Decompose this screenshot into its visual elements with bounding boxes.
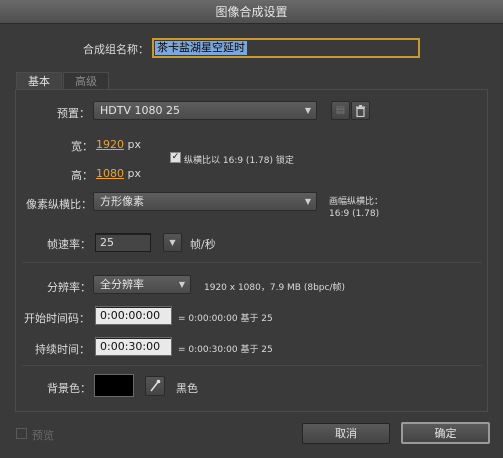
duration-info: = 0:00:30:00 基于 25 <box>178 345 273 355</box>
cancel-button[interactable]: 取消 <box>302 423 390 444</box>
tab-basic-label: 基本 <box>28 75 50 88</box>
preset-dropdown[interactable]: HDTV 1080 25 ▼ <box>93 101 317 120</box>
resolution-label: 分辨率： <box>47 281 91 294</box>
preview-label: 预览 <box>32 429 54 442</box>
chevron-down-icon: ▼ <box>169 238 176 247</box>
background-color-swatch[interactable] <box>94 374 134 397</box>
height-label: 高： <box>71 169 93 182</box>
width-field[interactable]: 1920 px <box>96 138 141 151</box>
frame-rate-input[interactable]: 25 <box>95 233 151 252</box>
save-preset-icon[interactable]: ▤ <box>331 101 350 120</box>
width-value: 1920 <box>96 138 124 151</box>
comp-name-label: 合成组名称： <box>83 43 149 56</box>
resolution-dropdown[interactable]: 全分辨率 ▼ <box>93 275 191 294</box>
trash-icon[interactable] <box>351 101 370 120</box>
start-timecode-label: 开始时间码： <box>24 312 90 325</box>
frame-rate-dropdown-button[interactable]: ▼ <box>163 233 182 252</box>
duration-label: 持续时间： <box>35 343 90 356</box>
frame-aspect-value: 16:9 (1.78) <box>329 209 380 219</box>
width-unit: px <box>127 138 142 151</box>
comp-name-value: 茶卡盐湖星空延时 <box>155 41 247 55</box>
chevron-down-icon: ▼ <box>304 197 311 206</box>
divider <box>22 365 482 366</box>
pixel-aspect-value: 方形像素 <box>100 195 144 208</box>
frame-rate-unit: 帧/秒 <box>190 238 216 251</box>
preview-checkbox[interactable] <box>16 428 27 439</box>
tab-advanced-label: 高级 <box>75 75 97 88</box>
preset-label: 预置： <box>57 107 90 120</box>
check-icon: ✓ <box>171 152 180 162</box>
background-label: 背景色： <box>47 382 91 395</box>
resolution-info: 1920 x 1080，7.9 MB (8bpc/帧) <box>204 283 345 293</box>
window-title: 图像合成设置 <box>0 0 503 24</box>
ok-button[interactable]: 确定 <box>401 422 490 444</box>
tab-basic[interactable]: 基本 <box>16 72 62 90</box>
start-timecode-info: = 0:00:00:00 基于 25 <box>178 314 273 324</box>
width-label: 宽： <box>71 140 93 153</box>
pixel-aspect-dropdown[interactable]: 方形像素 ▼ <box>93 192 317 211</box>
lock-aspect-label: 纵横比以 16:9 (1.78) 锁定 <box>184 156 294 166</box>
start-timecode-input[interactable]: 0:00:00:00 <box>95 306 172 325</box>
chevron-down-icon: ▼ <box>304 106 311 115</box>
height-value: 1080 <box>96 167 124 180</box>
duration-input[interactable]: 0:00:30:00 <box>95 337 172 356</box>
lock-aspect-checkbox[interactable]: ✓ <box>170 152 181 163</box>
preset-value: HDTV 1080 25 <box>100 104 180 117</box>
height-field[interactable]: 1080 px <box>96 167 141 180</box>
tab-advanced[interactable]: 高级 <box>63 72 109 90</box>
pixel-aspect-label: 像素纵横比： <box>26 198 92 211</box>
background-color-name: 黑色 <box>176 382 198 395</box>
resolution-value: 全分辨率 <box>100 278 144 291</box>
divider <box>22 262 482 263</box>
chevron-down-icon: ▼ <box>178 280 185 289</box>
frame-rate-label: 帧速率： <box>47 238 91 251</box>
height-unit: px <box>127 167 142 180</box>
comp-name-input[interactable]: 茶卡盐湖星空延时 <box>152 38 420 58</box>
frame-aspect-label: 画幅纵横比： <box>329 197 384 207</box>
eyedropper-icon[interactable] <box>145 376 165 396</box>
